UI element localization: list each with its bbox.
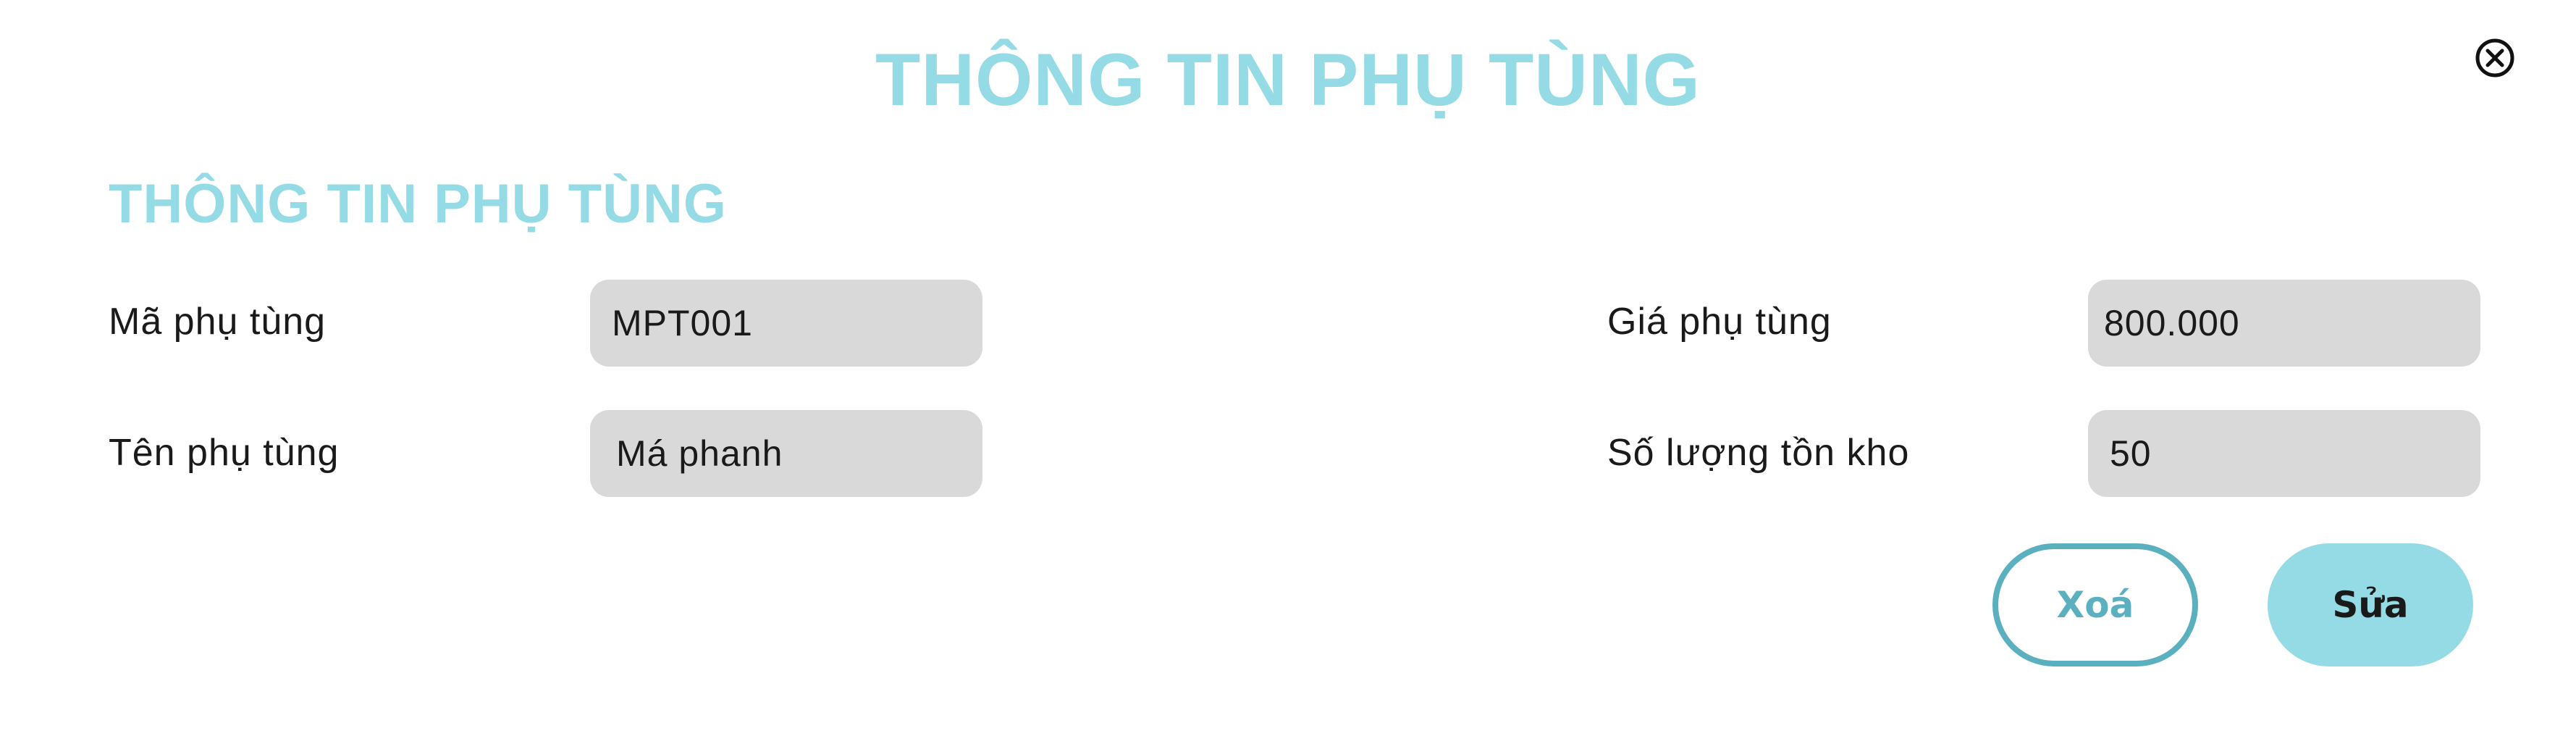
part-price-input[interactable]: [2088, 280, 2480, 367]
stock-quantity-input[interactable]: [2088, 410, 2480, 497]
part-code-input[interactable]: [590, 280, 982, 367]
edit-button[interactable]: Sửa: [2268, 543, 2473, 667]
close-button[interactable]: [2475, 38, 2515, 78]
part-name-input[interactable]: [590, 410, 982, 497]
part-info-modal: THÔNG TIN PHỤ TÙNG THÔNG TIN PHỤ TÙNG Mã…: [0, 0, 2576, 752]
part-name-label: Tên phụ tùng: [109, 432, 340, 474]
part-price-label: Giá phụ tùng: [1607, 301, 1832, 343]
part-code-label: Mã phụ tùng: [109, 301, 327, 343]
section-title: THÔNG TIN PHỤ TÙNG: [109, 173, 727, 235]
close-circle-icon: [2475, 38, 2514, 78]
delete-button[interactable]: Xoá: [1992, 543, 2198, 667]
modal-title: THÔNG TIN PHỤ TÙNG: [875, 38, 1701, 121]
edit-button-label: Sửa: [2332, 584, 2409, 626]
stock-quantity-label: Số lượng tồn kho: [1607, 432, 1910, 474]
delete-button-label: Xoá: [2056, 584, 2134, 626]
